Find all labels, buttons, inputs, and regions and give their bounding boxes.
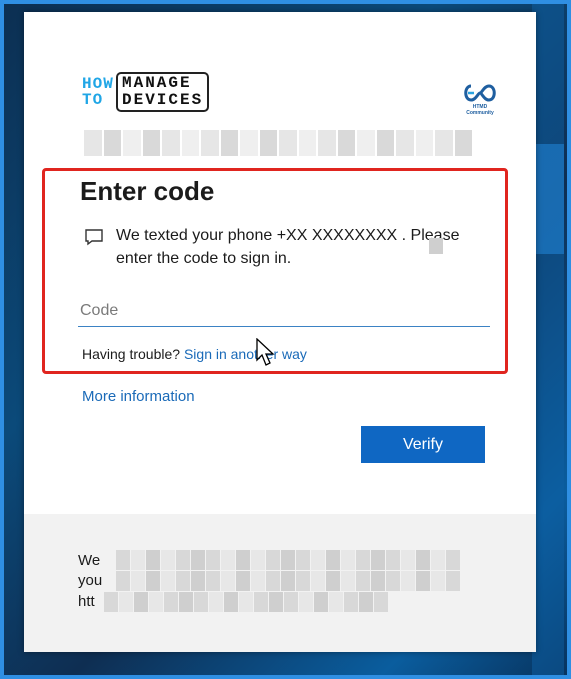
- footer-redacted-text: [104, 592, 389, 612]
- howtomanagedevices-logo: HOW TO MANAGE DEVICES: [82, 72, 210, 112]
- message-icon: [85, 229, 103, 246]
- desktop-background: HOW TO MANAGE DEVICES HTMD Community Ent…: [4, 4, 567, 675]
- account-email-redacted: [84, 130, 474, 156]
- infinity-icon: [464, 84, 496, 102]
- phone-digit-redaction: [429, 238, 443, 254]
- logo-manage-text: MANAGE: [122, 74, 192, 92]
- logo-devices-text: DEVICES: [122, 91, 204, 109]
- logo-to-text: TO: [82, 91, 104, 109]
- logo-box: MANAGE DEVICES: [116, 72, 210, 112]
- desktop-light-streak: [532, 4, 564, 675]
- desktop-light-streak: [532, 144, 564, 254]
- mouse-cursor-icon: [256, 338, 275, 366]
- page-title: Enter code: [80, 176, 215, 206]
- community-logo: HTMD Community: [460, 82, 500, 116]
- community-logo-caption: HTMD Community: [466, 104, 494, 116]
- code-input[interactable]: [78, 296, 490, 327]
- more-information-link[interactable]: More information: [82, 388, 195, 405]
- verify-button[interactable]: Verify: [361, 426, 485, 463]
- footer-text-line: you: [78, 572, 103, 589]
- logo-how-text: HOW: [82, 75, 114, 93]
- footer-redacted-text: [116, 550, 461, 570]
- footer-redacted-text: [116, 571, 461, 591]
- sign-in-dialog: HOW TO MANAGE DEVICES HTMD Community Ent…: [24, 12, 536, 652]
- sign-in-another-way-link[interactable]: Sign in another way: [184, 346, 307, 362]
- footer-section: We you htt: [24, 514, 536, 652]
- footer-text-line: We: [78, 552, 101, 569]
- trouble-text: Having trouble?: [82, 346, 181, 362]
- footer-text-line: htt: [78, 593, 95, 610]
